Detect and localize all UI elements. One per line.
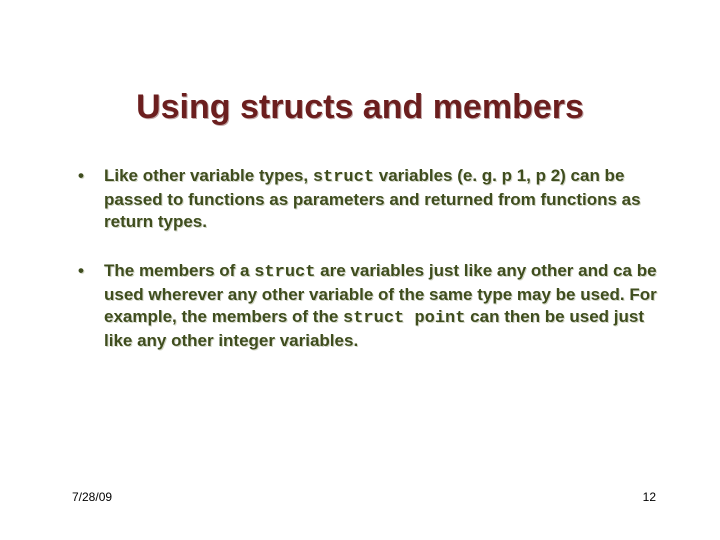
bullet-text: The members of a [104, 261, 254, 280]
bullet-item: The members of a struct are variables ju… [74, 260, 660, 351]
footer-page-number: 12 [643, 490, 656, 504]
code-span: struct [313, 168, 374, 187]
bullet-item: Like other variable types, struct variab… [74, 165, 660, 232]
bullet-text: Like other variable types, [104, 166, 313, 185]
code-span: struct point [343, 309, 465, 328]
slide-title: Using structs and members [0, 88, 720, 127]
slide: Using structs and members Like other var… [0, 0, 720, 540]
slide-body: Like other variable types, struct variab… [74, 165, 660, 379]
code-span: struct [254, 263, 315, 282]
footer-date: 7/28/09 [72, 490, 112, 504]
